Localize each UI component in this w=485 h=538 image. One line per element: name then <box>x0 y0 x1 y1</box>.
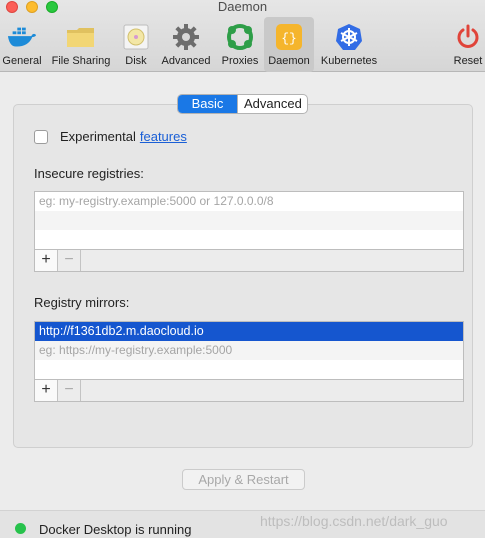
insecure-registries-placeholder: eg: my-registry.example:5000 or 127.0.0.… <box>39 194 274 208</box>
tab-label: Daemon <box>268 55 310 67</box>
gear-icon <box>171 22 201 52</box>
close-window-button[interactable] <box>6 1 18 13</box>
insecure-registries-controls: + − <box>34 250 464 272</box>
tab-daemon[interactable]: {} Daemon <box>264 17 314 72</box>
disk-icon <box>121 22 151 52</box>
status-text: Docker Desktop is running <box>39 522 192 537</box>
tab-label: General <box>2 55 42 67</box>
tab-label: Disk <box>125 55 147 67</box>
tab-file-sharing[interactable]: File Sharing <box>48 17 114 72</box>
tab-general[interactable]: General <box>2 17 42 72</box>
mode-segmented-control: Basic Advanced <box>177 94 308 114</box>
list-item <box>35 211 463 230</box>
power-icon <box>453 22 483 52</box>
tab-disk[interactable]: Disk <box>120 17 152 72</box>
tab-label: Proxies <box>221 55 259 67</box>
watermark: https://blog.csdn.net/dark_guo <box>260 513 448 529</box>
experimental-label: Experimental <box>60 129 136 144</box>
insecure-registries-label: Insecure registries: <box>34 166 144 181</box>
window-title: Daemon <box>217 0 268 14</box>
proxies-icon <box>225 22 255 52</box>
apply-restart-button[interactable]: Apply & Restart <box>182 469 305 490</box>
reset-button[interactable]: Reset <box>451 17 485 72</box>
registry-mirrors-label: Registry mirrors: <box>34 295 130 310</box>
segment-basic[interactable]: Basic <box>178 95 237 113</box>
tab-label: Advanced <box>161 55 211 67</box>
tab-proxies[interactable]: Proxies <box>219 17 261 72</box>
folder-icon <box>66 22 96 52</box>
add-registry-mirror-button[interactable]: + <box>35 380 58 401</box>
experimental-features-row: Experimental features <box>34 129 187 144</box>
list-item <box>35 360 463 379</box>
window-controls <box>6 1 58 13</box>
tab-label: File Sharing <box>51 55 111 67</box>
svg-text:{}: {} <box>281 31 297 46</box>
tab-label: Reset <box>453 55 483 67</box>
add-insecure-registry-button[interactable]: + <box>35 250 58 271</box>
list-item <box>35 230 463 249</box>
remove-insecure-registry-button[interactable]: − <box>58 250 81 271</box>
tab-kubernetes[interactable]: Kubernetes <box>318 17 380 72</box>
insecure-registries-list[interactable]: eg: my-registry.example:5000 or 127.0.0.… <box>34 191 464 250</box>
title-bar: Daemon General File Sharing Disk Advance… <box>0 0 485 72</box>
minimize-window-button[interactable] <box>26 1 38 13</box>
kubernetes-helm-icon <box>334 22 364 52</box>
features-link[interactable]: features <box>140 129 187 144</box>
docker-whale-icon <box>7 22 37 52</box>
tab-advanced[interactable]: Advanced <box>158 17 214 72</box>
registry-mirror-entry[interactable]: http://f1361db2.m.daocloud.io <box>35 322 463 341</box>
tab-label: Kubernetes <box>320 55 378 67</box>
status-bar: Docker Desktop is running https://blog.c… <box>0 510 485 538</box>
registry-mirrors-placeholder: eg: https://my-registry.example:5000 <box>35 341 463 360</box>
registry-mirrors-list[interactable]: http://f1361db2.m.daocloud.io eg: https:… <box>34 321 464 380</box>
daemon-braces-icon: {} <box>274 22 304 52</box>
registry-mirrors-controls: + − <box>34 380 464 402</box>
zoom-window-button[interactable] <box>46 1 58 13</box>
experimental-checkbox[interactable] <box>34 129 48 144</box>
status-indicator-icon <box>15 523 26 534</box>
remove-registry-mirror-button[interactable]: − <box>58 380 81 401</box>
segment-advanced[interactable]: Advanced <box>237 95 307 113</box>
